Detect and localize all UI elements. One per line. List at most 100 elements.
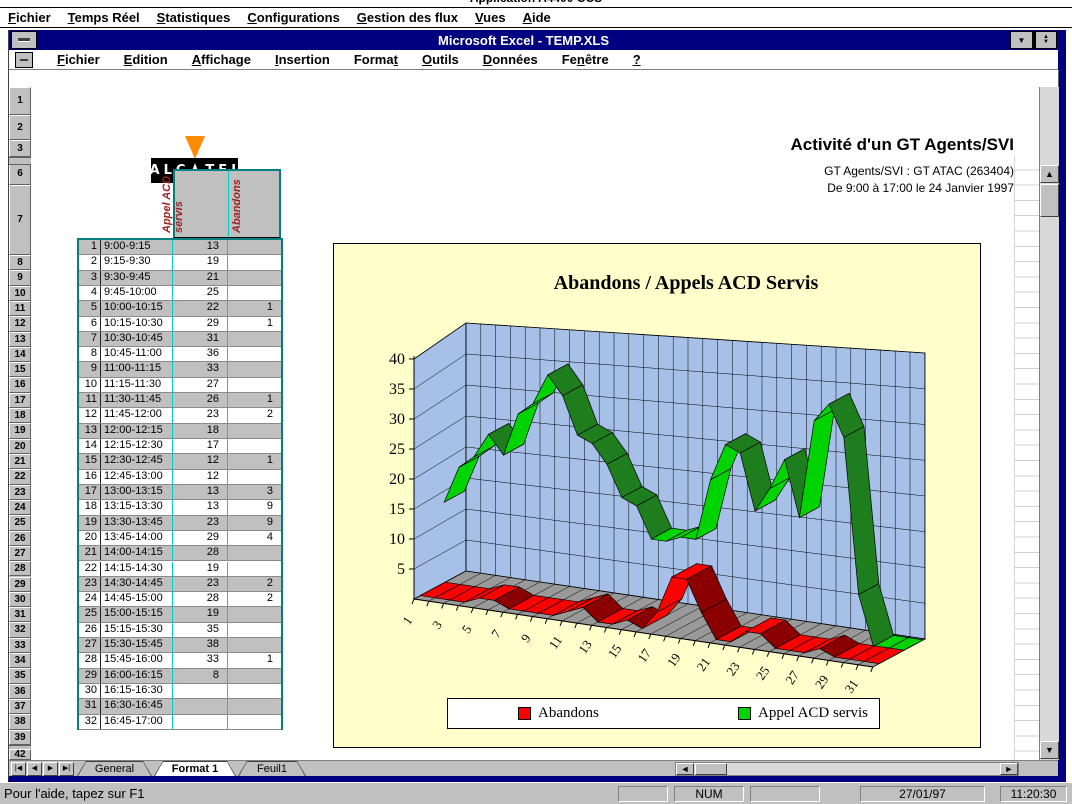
time-slot-cell[interactable]: 14:00-14:15 [101, 546, 173, 560]
acd-served-cell[interactable]: 25 [173, 286, 228, 300]
row-number-cell[interactable]: 24 [79, 592, 101, 606]
acd-served-cell[interactable]: 12 [173, 454, 228, 468]
abandons-cell[interactable] [228, 562, 281, 576]
table-row[interactable]: 710:30-10:4531 [79, 332, 281, 347]
table-row[interactable]: 1412:15-12:3017 [79, 439, 281, 454]
row-header-24[interactable]: 24 [9, 500, 31, 515]
acd-served-cell[interactable]: 23 [173, 577, 228, 591]
app-menu-vues[interactable]: Vues [475, 10, 506, 25]
excel-menu-insertion[interactable]: Insertion [275, 52, 330, 67]
acd-served-cell[interactable]: 8 [173, 669, 228, 683]
row-number-cell[interactable]: 29 [79, 669, 101, 683]
time-slot-cell[interactable]: 13:15-13:30 [101, 500, 173, 514]
time-slot-cell[interactable]: 15:30-15:45 [101, 638, 173, 652]
abandons-cell[interactable] [228, 286, 281, 300]
abandons-cell[interactable] [228, 255, 281, 269]
time-slot-cell[interactable]: 14:45-15:00 [101, 592, 173, 606]
abandons-cell[interactable] [228, 332, 281, 346]
time-slot-cell[interactable]: 16:45-17:00 [101, 715, 173, 729]
row-number-cell[interactable]: 7 [79, 332, 101, 346]
row-header-17[interactable]: 17 [9, 393, 31, 408]
table-row[interactable]: 1813:15-13:30139 [79, 500, 281, 515]
row-number-cell[interactable]: 23 [79, 577, 101, 591]
table-row[interactable]: 3016:15-16:30 [79, 684, 281, 699]
table-row[interactable]: 2013:45-14:00294 [79, 531, 281, 546]
row-header-30[interactable]: 30 [9, 592, 31, 607]
acd-served-cell[interactable]: 19 [173, 562, 228, 576]
abandons-cell[interactable] [228, 607, 281, 621]
time-slot-cell[interactable]: 9:45-10:00 [101, 286, 173, 300]
app-menu-statistiques[interactable]: Statistiques [157, 10, 231, 25]
row-header-42[interactable]: 42 [9, 749, 31, 760]
row-number-cell[interactable]: 27 [79, 638, 101, 652]
abandons-cell[interactable] [228, 271, 281, 285]
abandons-cell[interactable] [228, 240, 281, 254]
row-header-8[interactable]: 8 [9, 255, 31, 270]
time-slot-cell[interactable]: 12:30-12:45 [101, 454, 173, 468]
row-number-cell[interactable]: 20 [79, 531, 101, 545]
acd-served-cell[interactable]: 38 [173, 638, 228, 652]
row-header-11[interactable]: 11 [9, 301, 31, 316]
row-header-23[interactable]: 23 [9, 485, 31, 500]
abandons-cell[interactable]: 9 [228, 516, 281, 530]
row-number-cell[interactable]: 15 [79, 454, 101, 468]
row-number-cell[interactable]: 28 [79, 653, 101, 667]
time-slot-cell[interactable]: 13:45-14:00 [101, 531, 173, 545]
time-slot-cell[interactable]: 16:15-16:30 [101, 684, 173, 698]
row-number-cell[interactable]: 9 [79, 362, 101, 376]
abandons-cell[interactable] [228, 347, 281, 361]
acd-served-cell[interactable]: 29 [173, 317, 228, 331]
acd-served-cell[interactable]: 28 [173, 546, 228, 560]
row-header-2[interactable]: 2 [9, 115, 31, 140]
row-number-cell[interactable]: 1 [79, 240, 101, 254]
abandons-cell[interactable]: 3 [228, 485, 281, 499]
abandons-cell[interactable]: 1 [228, 653, 281, 667]
table-row[interactable]: 49:45-10:0025 [79, 286, 281, 301]
table-row[interactable]: 1612:45-13:0012 [79, 470, 281, 485]
row-header-7[interactable]: 7 [9, 185, 31, 255]
table-row[interactable]: 610:15-10:30291 [79, 317, 281, 332]
row-number-cell[interactable]: 16 [79, 470, 101, 484]
time-slot-cell[interactable]: 12:00-12:15 [101, 424, 173, 438]
row-header-37[interactable]: 37 [9, 699, 31, 714]
row-number-cell[interactable]: 21 [79, 546, 101, 560]
row-number-cell[interactable]: 3 [79, 271, 101, 285]
table-row[interactable]: 19:00-9:1513 [79, 240, 281, 255]
row-header-26[interactable]: 26 [9, 531, 31, 546]
abandons-cell[interactable] [228, 699, 281, 713]
table-row[interactable]: 1913:30-13:45239 [79, 516, 281, 531]
row-number-cell[interactable]: 25 [79, 607, 101, 621]
row-header-15[interactable]: 15 [9, 362, 31, 377]
row-header-3[interactable]: 3 [9, 140, 31, 157]
time-slot-cell[interactable]: 10:45-11:00 [101, 347, 173, 361]
time-slot-cell[interactable]: 14:30-14:45 [101, 577, 173, 591]
time-slot-cell[interactable]: 16:30-16:45 [101, 699, 173, 713]
row-header-38[interactable]: 38 [9, 714, 31, 729]
table-row[interactable]: 1312:00-12:1518 [79, 424, 281, 439]
row-header-6[interactable]: 6 [9, 163, 31, 185]
time-slot-cell[interactable]: 10:15-10:30 [101, 317, 173, 331]
table-row[interactable]: 2916:00-16:158 [79, 669, 281, 684]
row-number-cell[interactable]: 13 [79, 424, 101, 438]
row-number-cell[interactable]: 5 [79, 301, 101, 315]
table-row[interactable]: 911:00-11:1533 [79, 362, 281, 377]
excel-menu-format[interactable]: Format [354, 52, 398, 67]
row-header-39[interactable]: 39 [9, 730, 31, 745]
row-header-29[interactable]: 29 [9, 577, 31, 592]
row-header-34[interactable]: 34 [9, 653, 31, 668]
table-row[interactable]: 2214:15-14:3019 [79, 562, 281, 577]
acd-served-cell[interactable]: 21 [173, 271, 228, 285]
app-menu-gestion-des-flux[interactable]: Gestion des flux [357, 10, 458, 25]
row-header-36[interactable]: 36 [9, 684, 31, 699]
row-header-12[interactable]: 12 [9, 316, 31, 331]
time-slot-cell[interactable]: 11:45-12:00 [101, 408, 173, 422]
row-header-9[interactable]: 9 [9, 270, 31, 285]
acd-served-cell[interactable]: 35 [173, 623, 228, 637]
time-slot-cell[interactable]: 9:15-9:30 [101, 255, 173, 269]
table-row[interactable]: 1713:00-13:15133 [79, 485, 281, 500]
time-slot-cell[interactable]: 13:00-13:15 [101, 485, 173, 499]
sheet-tab-feuil1[interactable]: Feuil1 [238, 761, 306, 776]
table-row[interactable]: 1512:30-12:45121 [79, 454, 281, 469]
time-slot-cell[interactable]: 11:30-11:45 [101, 393, 173, 407]
abandons-cell[interactable]: 1 [228, 393, 281, 407]
